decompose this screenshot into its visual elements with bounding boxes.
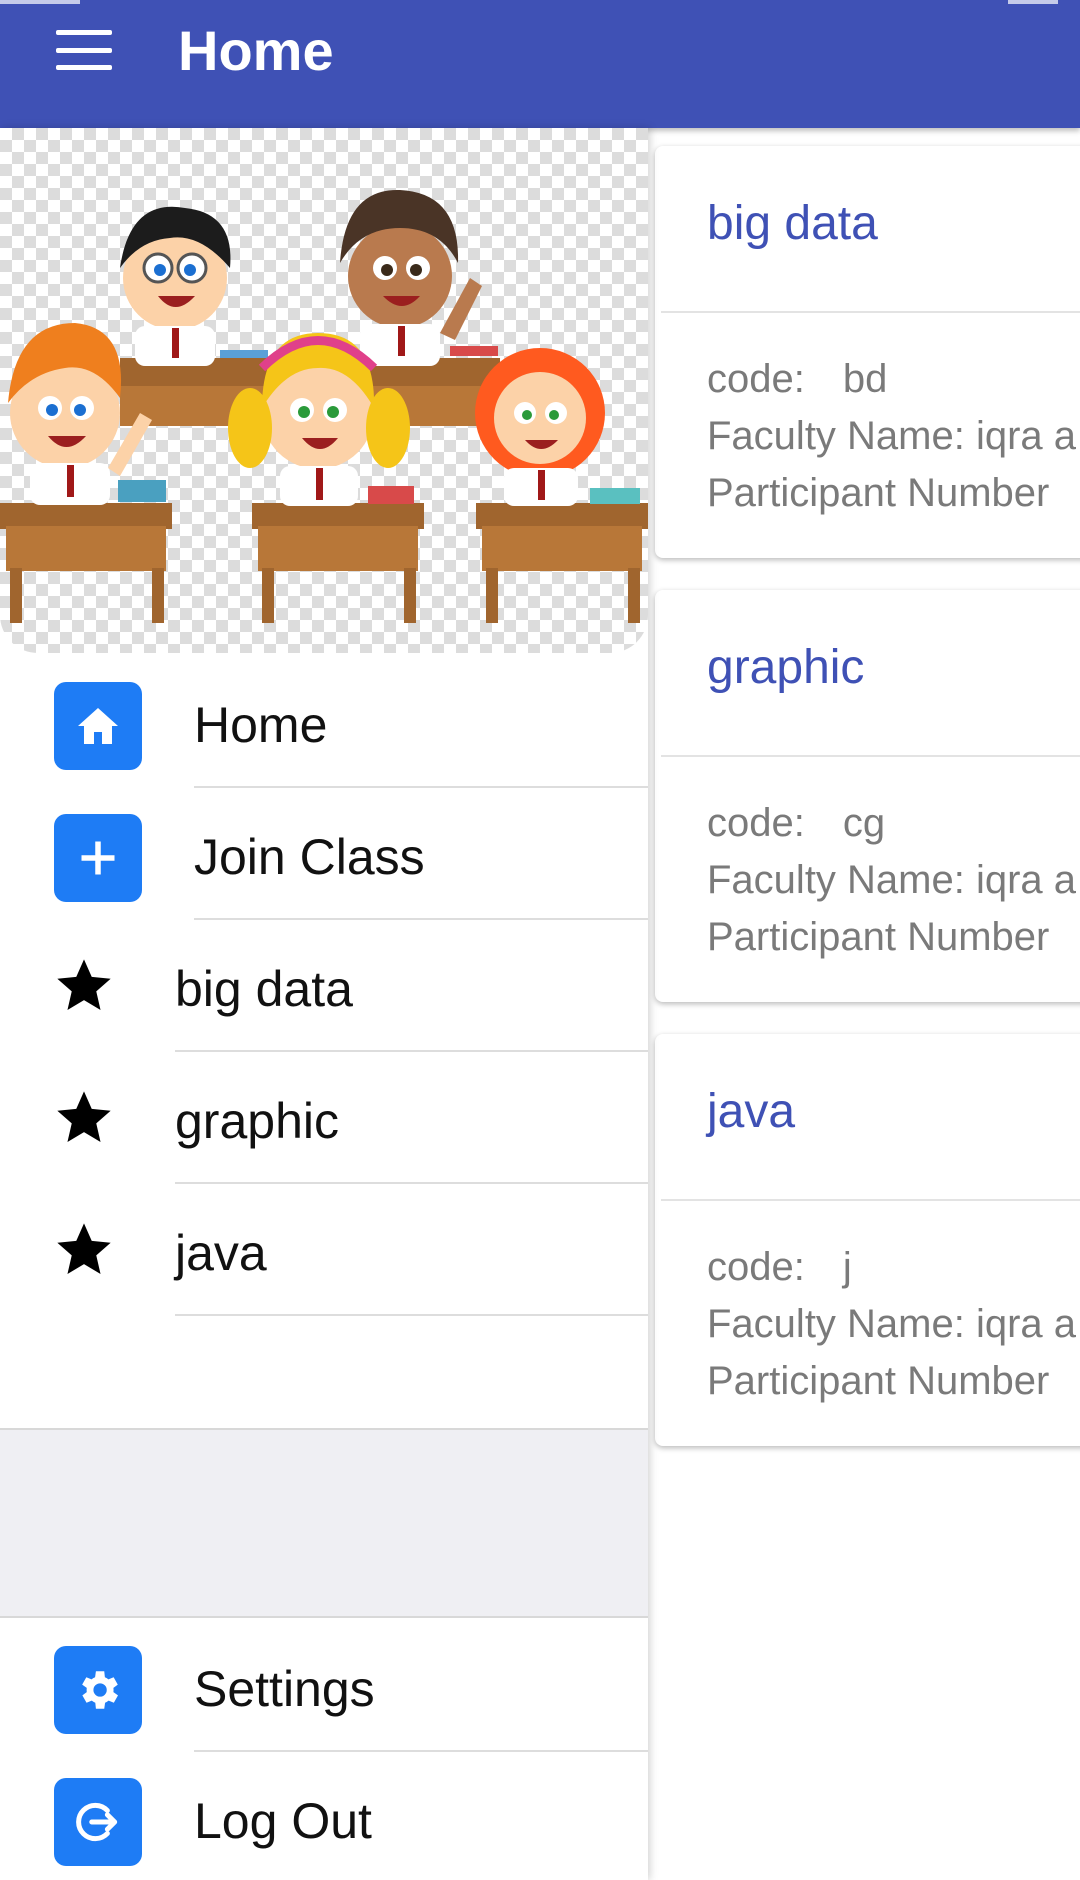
plus-icon (54, 814, 142, 902)
card-divider (661, 755, 1080, 757)
class-card[interactable]: graphic code: cg Faculty Name: iqra a Par… (655, 590, 1080, 1002)
class-card[interactable]: java code: j Faculty Name: iqra a Partici… (655, 1034, 1080, 1446)
code-label: code: (707, 801, 805, 845)
home-icon (54, 682, 142, 770)
drawer-item-label: java (175, 1225, 267, 1281)
drawer-item-settings[interactable]: Settings (0, 1620, 648, 1752)
navigation-drawer: Home Join Class big data graphic java Se… (0, 128, 648, 1880)
drawer-item-label: Home (194, 697, 328, 753)
star-icon (52, 1086, 116, 1150)
logout-icon (54, 1778, 142, 1866)
class-code: j (842, 1245, 852, 1289)
card-divider (661, 311, 1080, 313)
drawer-item-class[interactable]: graphic (0, 1052, 648, 1184)
drawer-item-label: graphic (175, 1093, 339, 1149)
participant-number: Participant Number (707, 1359, 1050, 1403)
card-divider (661, 1199, 1080, 1201)
app-bar: Home (0, 0, 1080, 128)
participant-number: Participant Number (707, 915, 1050, 959)
drawer-item-home[interactable]: Home (0, 656, 648, 788)
drawer-header-image (0, 128, 648, 653)
class-card-title: graphic (707, 641, 865, 694)
drawer-item-label: big data (175, 961, 353, 1017)
code-label: code: (707, 1245, 805, 1289)
code-label: code: (707, 357, 805, 401)
drawer-item-label: Log Out (194, 1793, 372, 1849)
class-card[interactable]: big data code: bd Faculty Name: iqra a Pa… (655, 146, 1080, 558)
class-code: bd (842, 357, 888, 401)
drawer-item-logout[interactable]: Log Out (0, 1752, 648, 1880)
star-icon (52, 1218, 116, 1282)
drawer-item-label: Join Class (194, 829, 425, 885)
faculty-name: Faculty Name: iqra a (707, 414, 1077, 458)
class-card-details: code: bd Faculty Name: iqra a Participant… (707, 351, 1076, 522)
class-card-title: java (707, 1085, 796, 1138)
status-bar-signal-indicator (0, 0, 80, 4)
drawer-item-class[interactable]: big data (0, 920, 648, 1052)
class-card-details: code: cg Faculty Name: iqra a Participant… (707, 795, 1076, 966)
class-card-title: big data (707, 197, 878, 250)
class-code: cg (842, 801, 886, 845)
drawer-item-class[interactable]: java (0, 1184, 648, 1316)
faculty-name: Faculty Name: iqra a (707, 858, 1077, 902)
status-bar-battery-indicator (1008, 0, 1058, 4)
drawer-section-divider (0, 1428, 648, 1618)
drawer-item-join-class[interactable]: Join Class (0, 788, 648, 920)
faculty-name: Faculty Name: iqra a (707, 1302, 1077, 1346)
star-icon (52, 954, 116, 1018)
participant-number: Participant Number (707, 471, 1050, 515)
divider (175, 1314, 648, 1316)
classroom-kids-illustration (0, 189, 648, 623)
drawer-item-label: Settings (194, 1661, 375, 1717)
page-title: Home (178, 19, 334, 82)
gear-icon (54, 1646, 142, 1734)
class-card-details: code: j Faculty Name: iqra a Participant … (707, 1239, 1076, 1410)
hamburger-menu-icon[interactable] (46, 22, 122, 78)
